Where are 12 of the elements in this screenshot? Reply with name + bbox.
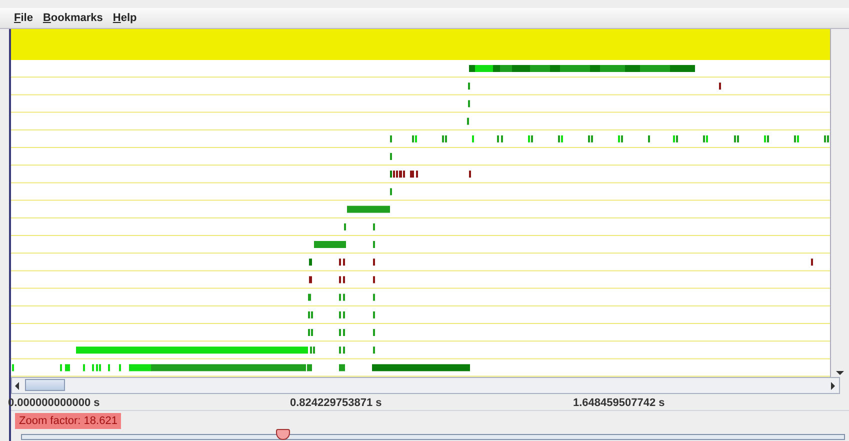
slider-thumb[interactable] xyxy=(276,429,290,440)
horizontal-scrollbar[interactable] xyxy=(11,377,840,394)
scroll-thumb[interactable] xyxy=(25,379,65,391)
axis-label: 1.648459507742 s xyxy=(573,397,665,409)
zoom-factor-label: Zoom factor: 18.621 xyxy=(15,413,122,429)
scroll-right-icon[interactable] xyxy=(831,382,835,390)
menu-item[interactable]: Bookmarks xyxy=(42,12,103,24)
menu-item[interactable]: Help xyxy=(112,12,137,24)
zoom-slider[interactable] xyxy=(21,428,845,441)
axis-label: 0.824229753871 s xyxy=(290,397,382,409)
menu-item[interactable]: File xyxy=(14,12,33,24)
scroll-left-icon[interactable] xyxy=(15,382,19,390)
